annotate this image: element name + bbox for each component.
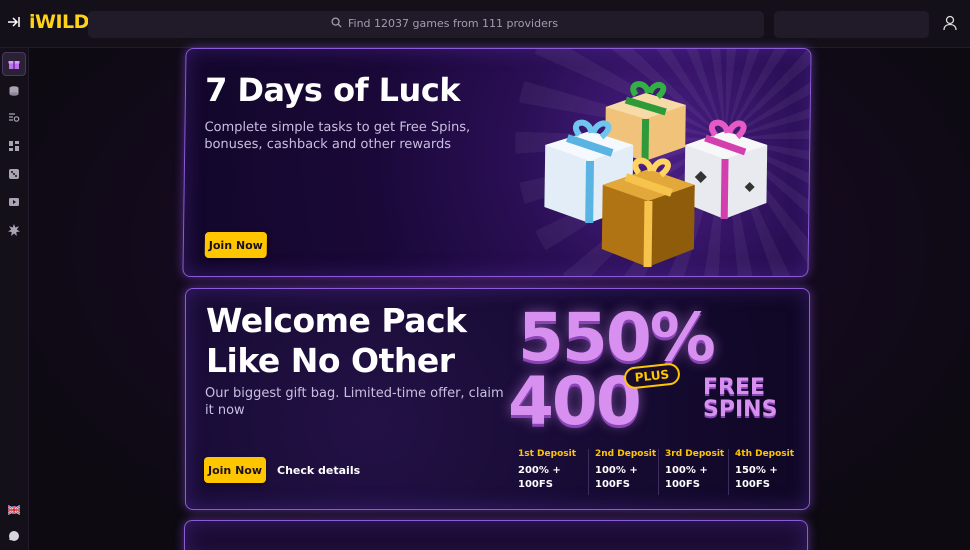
deposit-value: 100% + 100FS [595, 464, 651, 492]
free-label: FREE [703, 375, 766, 400]
deposit-item: 3rd Deposit 100% + 100FS [658, 449, 728, 495]
user-icon[interactable] [943, 15, 957, 31]
gift-boxes-illustration [544, 81, 768, 267]
deposit-value-line1: 200% + [518, 465, 561, 476]
deposit-breakdown: 1st Deposit 200% + 100FS 2nd Deposit 100%… [518, 449, 798, 495]
free-spins-label: FREE SPINS [703, 377, 777, 421]
sidebar [0, 48, 29, 550]
top-bar: iWILD Find 12037 games from 111 provider… [0, 0, 970, 48]
deposit-value-line2: 100FS [518, 479, 553, 490]
chat-icon[interactable] [2, 524, 26, 548]
deposit-item: 2nd Deposit 100% + 100FS [588, 449, 658, 495]
deposit-value-line2: 100FS [665, 479, 700, 490]
deposit-item: 1st Deposit 200% + 100FS [518, 449, 588, 495]
search-list-icon[interactable] [2, 106, 26, 130]
account-panel[interactable] [774, 11, 929, 38]
search-icon [331, 17, 342, 28]
deposit-value: 100% + 100FS [665, 464, 721, 492]
deposit-value: 200% + 100FS [518, 464, 574, 492]
burst-icon[interactable] [2, 218, 26, 242]
spins-label: SPINS [703, 397, 778, 422]
gift-icon[interactable] [2, 52, 26, 76]
gift-box-right [684, 119, 768, 219]
search-placeholder: Find 12037 games from 111 providers [348, 17, 559, 30]
uk-flag-icon[interactable] [2, 498, 26, 522]
logo[interactable]: iWILD [29, 11, 89, 33]
search-input[interactable]: Find 12037 games from 111 providers [88, 11, 764, 38]
coins-icon[interactable] [2, 79, 26, 103]
deposit-value-line1: 100% + [665, 465, 708, 476]
deposit-value-line2: 100FS [595, 479, 630, 490]
banner-description: Complete simple tasks to get Free Spins,… [204, 120, 471, 152]
deposit-value-line1: 100% + [595, 465, 638, 476]
banner-title: Welcome Pack Like No Other [206, 301, 467, 381]
next-promo-banner[interactable] [184, 520, 808, 550]
deposit-title: 4th Deposit [735, 449, 795, 459]
plus-badge: PLUS [623, 362, 681, 390]
check-details-link[interactable]: Check details [277, 464, 360, 477]
deposit-title: 2nd Deposit [595, 449, 657, 459]
dice-icon[interactable] [2, 162, 26, 186]
banner-title-line1: Welcome Pack [206, 301, 467, 340]
deposit-title: 3rd Deposit [665, 449, 725, 459]
join-now-button[interactable]: Join Now [204, 232, 268, 258]
promo-spins-count: 400 [508, 363, 642, 440]
banner-title: 7 Days of Luck [204, 71, 461, 109]
grid-icon[interactable] [2, 134, 26, 158]
deposit-item: 4th Deposit 150% + 100FS [728, 449, 798, 495]
deposit-value-line2: 100FS [735, 479, 770, 490]
deposit-value-line1: 150% + [735, 465, 778, 476]
welcome-pack-banner[interactable]: Welcome Pack Like No Other Our biggest g… [185, 288, 810, 510]
join-now-button[interactable]: Join Now [204, 457, 266, 483]
banner-description: Our biggest gift bag. Limited-time offer… [205, 386, 504, 418]
play-icon[interactable] [2, 190, 26, 214]
seven-days-of-luck-banner[interactable]: 7 Days of Luck Complete simple tasks to … [182, 48, 812, 277]
banner-title-line2: Like No Other [206, 341, 455, 380]
collapse-sidebar-icon[interactable] [7, 15, 21, 31]
promo-offer: 550% 400 PLUS FREE SPINS [506, 299, 796, 440]
deposit-value: 150% + 100FS [735, 464, 791, 492]
deposit-title: 1st Deposit [518, 449, 576, 459]
